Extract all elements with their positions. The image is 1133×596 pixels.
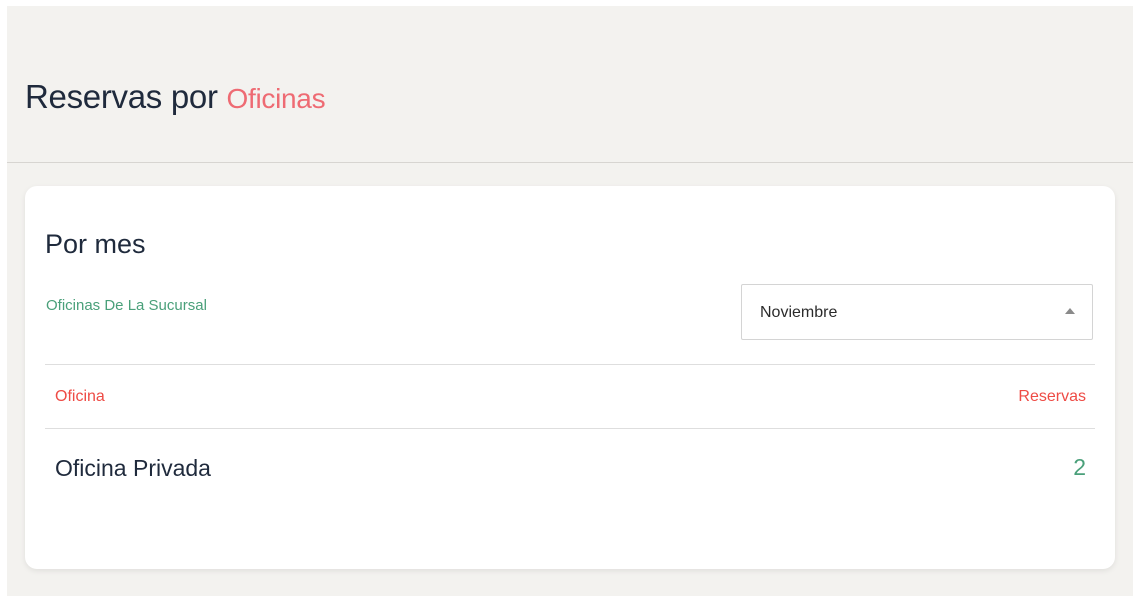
month-select-value: Noviembre — [760, 304, 838, 321]
reservations-card: Por mes Oficinas De La Sucursal Noviembr… — [25, 186, 1115, 569]
page-title-accent: Oficinas — [226, 83, 326, 114]
page-canvas: Reservas por Oficinas Por mes Oficinas D… — [7, 6, 1133, 596]
column-header-reservas: Reservas — [1018, 388, 1086, 405]
table-header-divider — [45, 428, 1095, 429]
page-title-prefix: Reservas por — [25, 78, 218, 115]
caret-up-icon — [1065, 308, 1075, 314]
table-top-divider — [45, 364, 1095, 365]
page-title: Reservas por Oficinas — [25, 78, 326, 116]
header-divider — [7, 162, 1133, 163]
card-title: Por mes — [45, 229, 146, 259]
month-select[interactable]: Noviembre — [741, 284, 1093, 340]
row-reservas-count: 2 — [1073, 454, 1086, 480]
column-header-oficina: Oficina — [55, 388, 105, 405]
card-subtitle: Oficinas De La Sucursal — [46, 297, 207, 314]
row-oficina-name: Oficina Privada — [55, 455, 211, 481]
